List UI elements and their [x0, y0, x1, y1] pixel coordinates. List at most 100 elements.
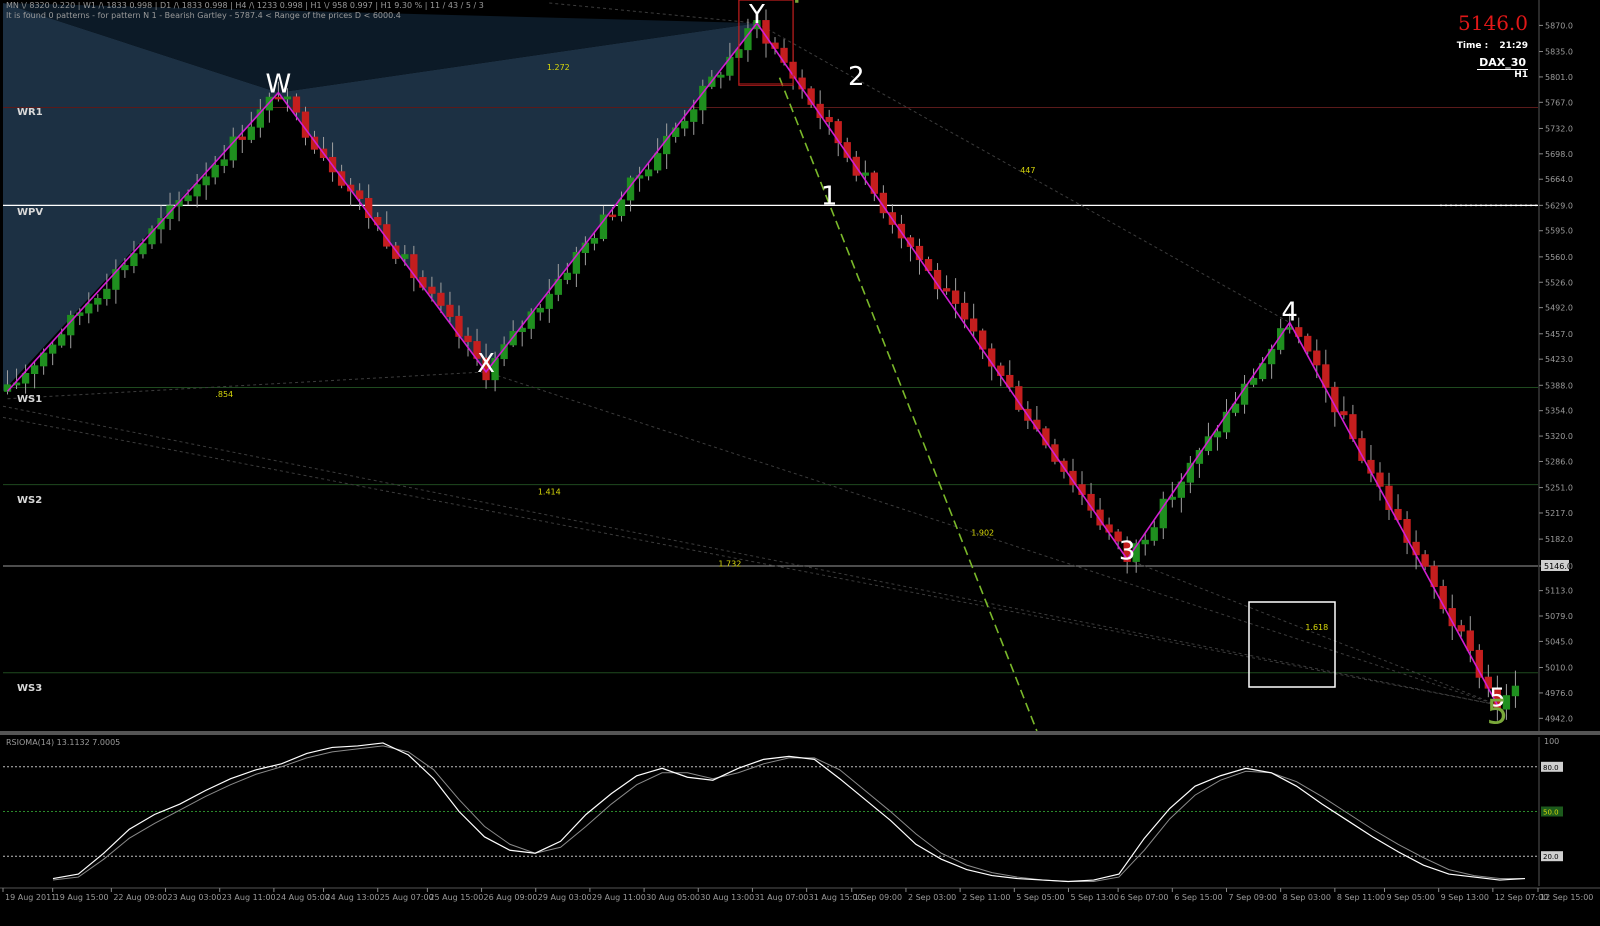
time-tick-label-24: 8 Sep 03:00: [1283, 893, 1331, 902]
candle-body-48: [437, 292, 445, 306]
time-zone-base: [738, 83, 794, 84]
trading-chart-window: WXY12345451.272.8541.4141.9021.7324471.6…: [0, 0, 1600, 922]
time-tick-label-16: 1 Sep 09:00: [854, 893, 902, 902]
price-tick-label-20: 5182.0: [1545, 535, 1573, 544]
panel-separator: [0, 731, 1600, 735]
time-tick-label-26: 9 Sep 05:00: [1387, 893, 1435, 902]
price-tick-label-11: 5492.0: [1545, 304, 1573, 313]
price-tick-label-19: 5217.0: [1545, 509, 1573, 518]
candle-body-3: [30, 365, 39, 375]
price-tick-label-7: 5629.0: [1545, 201, 1573, 210]
price-tick-label-0: 5870.0: [1545, 21, 1573, 30]
fib-ratio-label-0: 1.272: [547, 63, 570, 72]
candle-body-148: [1340, 411, 1348, 416]
wave-label-4-6: 4: [1281, 297, 1298, 327]
time-tick-label-14: 31 Aug 07:00: [754, 893, 808, 902]
wave-label-Y-2: Y: [748, 0, 765, 30]
candle-body-9: [85, 303, 93, 314]
candle-body-91: [825, 117, 833, 123]
time-tick-label-0: 19 Aug 2011: [5, 893, 56, 902]
fib-ratio-label-4: 1.732: [718, 560, 741, 569]
price-tick-label-12: 5457.0: [1545, 330, 1573, 339]
time-tick-label-3: 23 Aug 03:00: [168, 893, 222, 902]
time-tick-label-10: 29 Aug 03:00: [538, 893, 592, 902]
price-tick-label-24: 5045.0: [1545, 637, 1573, 646]
candle-body-157: [1421, 554, 1429, 567]
time-tick-label-19: 5 Sep 05:00: [1016, 893, 1064, 902]
candle-body-134: [1213, 431, 1222, 438]
current-price: 5146.0: [1458, 11, 1528, 35]
candle-body-60: [545, 293, 553, 309]
candle-body-167: [1511, 685, 1520, 697]
time-row: Time : 21:29: [1457, 41, 1528, 51]
candle-body-79: [717, 74, 725, 78]
wave-label-X-1: X: [477, 349, 495, 379]
time-tick-label-9: 26 Aug 09:00: [484, 893, 538, 902]
candle-body-11: [103, 288, 111, 300]
candle-body-67: [608, 214, 617, 218]
indicator-info-line: MN \/ 8320 0.220 | W1 /\ 1833 0.998 | D1…: [6, 1, 484, 10]
rsi-level-label-20: 20.0: [1543, 853, 1559, 861]
fib-ratio-label-5: 447: [1020, 166, 1035, 175]
candle-body-51: [464, 335, 472, 343]
candle-body-62: [563, 272, 571, 280]
price-tick-label-10: 5526.0: [1545, 278, 1573, 287]
price-tick-label-22: 5113.0: [1545, 587, 1573, 596]
time-tick-label-2: 22 Aug 09:00: [113, 893, 167, 902]
fib-ratio-label-2: 1.414: [538, 487, 561, 496]
pivot-label-wpv: WPV: [17, 207, 44, 218]
symbol-label: DAX_30: [1477, 56, 1528, 70]
price-tick-label-13: 5423.0: [1545, 355, 1573, 364]
candle-body-20: [184, 195, 192, 202]
candle-body-95: [861, 172, 869, 176]
wave-label-4-8: 4: [782, 0, 804, 12]
time-tick-label-12: 30 Aug 05:00: [646, 893, 700, 902]
price-tick-label-9: 5560.0: [1545, 253, 1573, 262]
candle-body-26: [238, 136, 246, 140]
price-tick-label-3: 5767.0: [1545, 98, 1573, 107]
rsi-title: RSIOMA(14) 13.1132 7.0005: [6, 738, 120, 747]
candle-body-24: [220, 159, 228, 166]
candle-body-161: [1457, 625, 1465, 632]
time-tick-label-21: 6 Sep 07:00: [1120, 893, 1168, 902]
time-tick-label-27: 9 Sep 13:00: [1441, 893, 1489, 902]
candle-body-5: [49, 344, 57, 354]
time-tick-label-29: 12 Sep 15:00: [1540, 893, 1593, 902]
time-label: Time :: [1456, 41, 1489, 51]
price-tick-label-15: 5354.0: [1545, 407, 1573, 416]
candle-body-104: [942, 288, 951, 292]
time-tick-label-7: 25 Aug 07:00: [380, 893, 434, 902]
price-tick-label-1: 5835.0: [1545, 48, 1573, 57]
rsi-axis-top-label: 100: [1544, 737, 1559, 746]
candle-body-126: [1141, 539, 1149, 545]
candle-body-21: [193, 184, 201, 197]
fib-ratio-label-6: 1.618: [1305, 623, 1328, 632]
price-tick-label-5: 5698.0: [1545, 150, 1573, 159]
pivot-label-ws1: WS1: [17, 394, 43, 405]
price-chart[interactable]: WXY12345451.272.8541.4141.9021.7324471.6…: [0, 0, 1600, 922]
price-tick-label-18: 5251.0: [1545, 484, 1573, 493]
price-tick-label-23: 5079.0: [1545, 612, 1573, 621]
price-tick-label-8: 5595.0: [1545, 227, 1573, 236]
time-tick-label-22: 6 Sep 15:00: [1174, 893, 1222, 902]
wave-label-3-5: 3: [1119, 536, 1136, 566]
time-value: 21:29: [1499, 41, 1528, 51]
wave-label-W-0: W: [266, 70, 292, 100]
candle-body-59: [536, 307, 544, 313]
candle-body-13: [121, 265, 129, 271]
candle-body-145: [1313, 350, 1321, 366]
candle-body-10: [94, 298, 102, 305]
price-panel: 5146.0 Time : 21:29 DAX_30 H1: [1457, 11, 1528, 80]
candle-body-105: [951, 290, 960, 304]
candle-body-107: [970, 318, 978, 332]
candle-body-32: [292, 96, 301, 113]
time-tick-label-6: 24 Aug 13:00: [326, 893, 380, 902]
price-tick-label-26: 4976.0: [1545, 689, 1573, 698]
rsi-level-label-50: 50.0: [1543, 809, 1559, 817]
candle-body-106: [960, 302, 969, 320]
wave-label-5-9: 5: [1487, 693, 1509, 733]
candle-body-65: [590, 237, 599, 244]
pattern-info-line: It is found 0 patterns - for pattern N 1…: [6, 11, 401, 20]
candle-body-147: [1331, 386, 1339, 413]
candle-body-162: [1466, 630, 1474, 651]
